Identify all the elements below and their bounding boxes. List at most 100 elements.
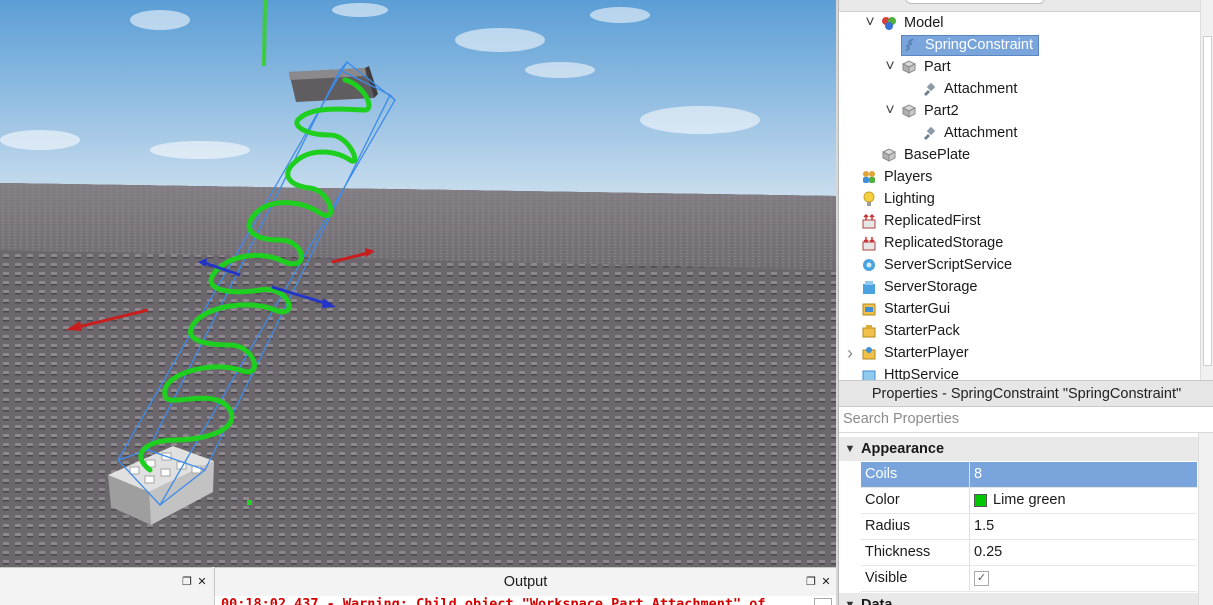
property-row-thickness[interactable]: Thickness 0.25 [861, 540, 1197, 566]
tree-item-label: BasePlate [904, 147, 971, 163]
tree-item-label-wrap[interactable]: HttpService [881, 365, 964, 380]
properties-title: Properties - SpringConstraint "SpringCon… [839, 380, 1213, 407]
panel-buttons: ❐ ✕ [181, 574, 208, 588]
explorer-scrollbar-thumb[interactable] [1203, 36, 1212, 366]
property-name: Visible [861, 566, 970, 591]
property-value[interactable]: 8 [970, 462, 1197, 487]
tree-item-replicatedstorage[interactable]: ReplicatedStorage [843, 232, 1008, 254]
float-window-icon[interactable]: ❐ [805, 574, 817, 588]
chevron-down-icon[interactable]: ▼ [839, 599, 861, 605]
tree-item-attachment[interactable]: Attachment [903, 78, 1022, 100]
property-row-coils[interactable]: Coils 8 [861, 462, 1197, 488]
replicated-first-icon [861, 213, 877, 229]
tree-item-label-wrap[interactable]: ReplicatedFirst [881, 211, 986, 232]
tree-item-label-wrap[interactable]: BasePlate [901, 145, 975, 166]
tree-item-label-wrap[interactable]: ReplicatedStorage [881, 233, 1008, 254]
tree-item-label: Lighting [884, 191, 935, 207]
part-icon [881, 147, 897, 163]
property-value[interactable]: ✓ [970, 566, 1197, 591]
starter-pack-icon [861, 323, 877, 339]
property-name: Coils [861, 462, 970, 487]
tree-item-springconstraint[interactable]: SpringConstraint [883, 34, 1039, 56]
chevron-down-icon[interactable]: ▼ [839, 443, 861, 455]
property-value[interactable]: 0.25 [970, 540, 1197, 565]
tree-item-part2[interactable]: ˅ Part2 [883, 100, 964, 122]
close-icon[interactable]: ✕ [196, 574, 208, 588]
output-title: Output [503, 574, 548, 590]
tree-item-label-wrap[interactable]: Players [881, 167, 937, 188]
tree-item-label-wrap[interactable]: StarterPlayer [881, 343, 974, 364]
replicated-storage-icon [861, 235, 877, 251]
chevron-right-icon[interactable]: › [843, 342, 857, 364]
tree-item-label: Attachment [944, 81, 1018, 97]
3d-viewport[interactable] [0, 0, 836, 567]
category-appearance[interactable]: ▼ Appearance [839, 437, 1201, 461]
tree-item-label-wrap[interactable]: StarterPack [881, 321, 965, 342]
tree-item-replicatedfirst[interactable]: ReplicatedFirst [843, 210, 986, 232]
tree-item-players[interactable]: Players [843, 166, 937, 188]
tree-item-starterplayer[interactable]: › StarterPlayer [843, 342, 974, 364]
property-value-text: Lime green [993, 492, 1066, 508]
part-icon [901, 59, 917, 75]
tree-item-starterpack[interactable]: StarterPack [843, 320, 965, 342]
property-row-radius[interactable]: Radius 1.5 [861, 514, 1197, 540]
chevron-down-icon[interactable]: ˅ [883, 100, 897, 122]
property-value[interactable]: Lime green [970, 488, 1197, 513]
tree-item-model[interactable]: ˅ Model [863, 12, 949, 34]
search-properties-input[interactable]: Search Properties [839, 407, 1213, 433]
property-row-visible[interactable]: Visible ✓ [861, 566, 1197, 592]
float-window-icon[interactable]: ❐ [181, 574, 193, 588]
property-value[interactable]: 1.5 [970, 514, 1197, 539]
explorer-scrollbar[interactable] [1200, 0, 1213, 380]
category-appearance-label: Appearance [861, 441, 945, 457]
tree-item-label-wrap[interactable]: StarterGui [881, 299, 955, 320]
property-value-text: 8 [974, 466, 983, 482]
model-icon [881, 15, 897, 31]
tree-item-label-wrap[interactable]: ServerScriptService [881, 255, 1017, 276]
properties-scrollbar[interactable] [1198, 433, 1213, 605]
lighting-icon [861, 191, 877, 207]
scene-canvas[interactable] [0, 0, 836, 567]
tree-item-label-wrap[interactable]: Attachment [941, 123, 1022, 144]
category-data[interactable]: ▼ Data [839, 593, 1201, 605]
tree-item-label: Part2 [924, 103, 959, 119]
tree-item-label: Model [904, 15, 944, 31]
color-swatch[interactable] [974, 494, 987, 507]
spring-constraint-icon [902, 37, 918, 53]
property-row-color[interactable]: Color Lime green [861, 488, 1197, 514]
explorer-filter-box[interactable] [905, 0, 1045, 4]
tree-item-attachment[interactable]: Attachment [903, 122, 1022, 144]
explorer-filter-strip [839, 0, 1201, 12]
tree-item-label: Attachment [944, 125, 1018, 141]
visible-checkbox[interactable]: ✓ [974, 571, 989, 586]
property-name: Color [861, 488, 970, 513]
tree-item-label-wrap[interactable]: Part2 [921, 101, 964, 122]
tree-item-serverscriptservice[interactable]: ServerScriptService [843, 254, 1017, 276]
chevron-down-icon[interactable]: ˅ [863, 12, 877, 34]
tree-item-label-wrap[interactable]: Part [921, 57, 956, 78]
close-icon[interactable]: ✕ [820, 574, 832, 588]
tree-item-httpservice[interactable]: HttpService [843, 364, 964, 380]
chevron-down-icon[interactable]: ˅ [883, 56, 897, 78]
category-data-label: Data [861, 597, 893, 605]
tree-item-label: Part [924, 59, 951, 75]
tree-item-label-wrap[interactable]: Attachment [941, 79, 1022, 100]
tree-item-label-wrap[interactable]: Lighting [881, 189, 940, 210]
tree-item-part[interactable]: ˅ Part [883, 56, 956, 78]
tree-item-serverstorage[interactable]: ServerStorage [843, 276, 983, 298]
tree-item-lighting[interactable]: Lighting [843, 188, 940, 210]
starter-player-icon [861, 345, 877, 361]
tree-item-startergui[interactable]: StarterGui [843, 298, 955, 320]
tree-item-label-wrap[interactable]: ServerStorage [881, 277, 983, 298]
tree-item-label: StarterPack [884, 323, 960, 339]
output-log[interactable]: 00:18:02.437 - Warning: Child object "Wo… [215, 596, 836, 605]
server-script-service-icon [861, 257, 877, 273]
tree-item-label-wrap[interactable]: Model [901, 13, 949, 34]
tree-item-label-wrap[interactable]: SpringConstraint [901, 34, 1039, 56]
output-scroll-box[interactable] [814, 598, 832, 605]
tree-item-baseplate[interactable]: BasePlate [863, 144, 975, 166]
